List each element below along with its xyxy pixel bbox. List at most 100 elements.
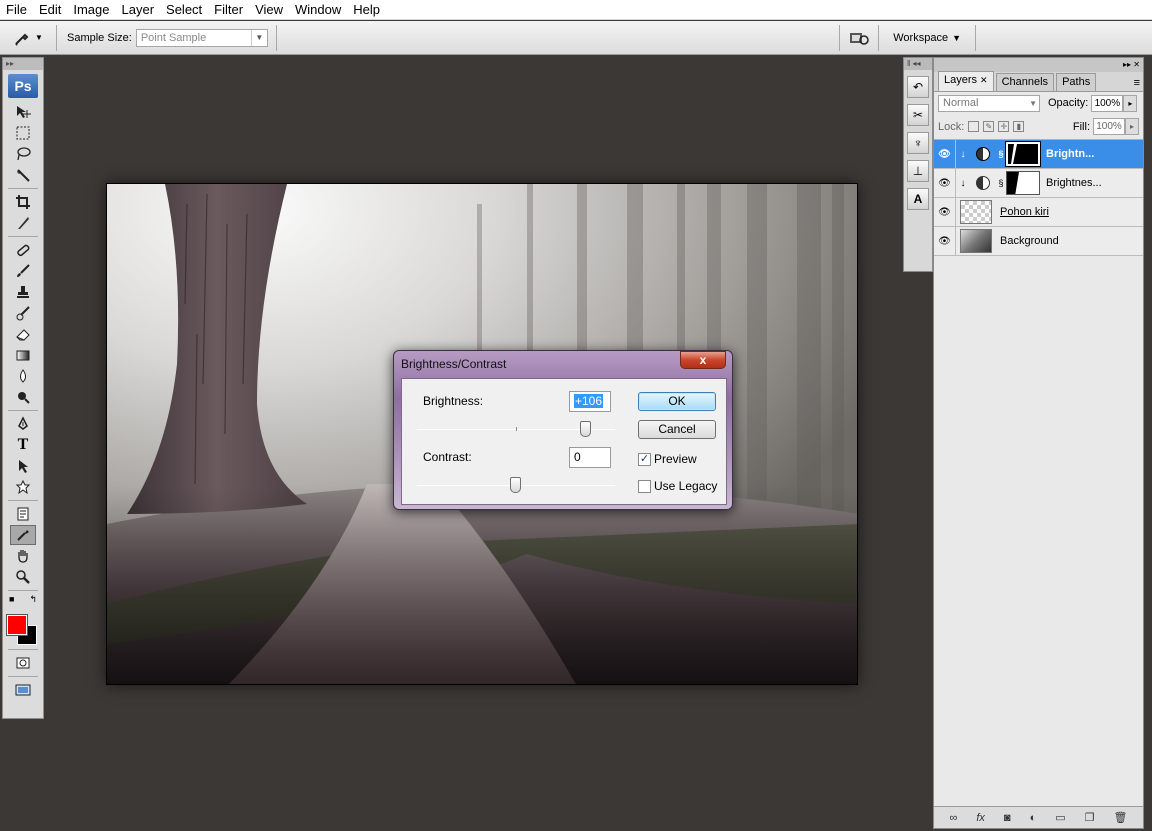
new-adjustment-icon[interactable]: ◐ xyxy=(1030,812,1037,824)
new-group-icon[interactable]: ▭ xyxy=(1055,811,1065,824)
layer-mask-thumbnail[interactable] xyxy=(1005,141,1041,167)
dodge-tool[interactable] xyxy=(10,387,36,407)
ok-button[interactable]: OK xyxy=(638,392,716,411)
magic-wand-tool[interactable] xyxy=(10,165,36,185)
quick-mask-button[interactable] xyxy=(10,653,36,673)
cancel-button[interactable]: Cancel xyxy=(638,420,716,439)
menu-view[interactable]: View xyxy=(249,0,289,20)
layer-row[interactable]: 👁 Pohon kiri xyxy=(934,197,1143,227)
brightness-input[interactable]: +106 xyxy=(569,391,611,412)
preview-checkbox[interactable]: ✓ xyxy=(638,453,651,466)
history-panel-button[interactable]: ↶ xyxy=(907,76,929,98)
close-icon[interactable]: ✕ xyxy=(980,75,988,85)
fill-input[interactable]: 100% xyxy=(1093,118,1125,135)
slice-tool[interactable] xyxy=(10,213,36,233)
trash-icon[interactable]: 🗑 xyxy=(1114,811,1128,824)
history-brush-tool[interactable] xyxy=(10,303,36,323)
menu-filter[interactable]: Filter xyxy=(208,0,249,20)
clone-stamp-tool[interactable] xyxy=(10,282,36,302)
panel-menu-icon[interactable]: ≡ xyxy=(1131,77,1143,91)
zoom-tool[interactable] xyxy=(10,567,36,587)
panel-grip[interactable]: ‖ ◂◂ xyxy=(904,58,932,70)
layer-style-icon[interactable]: fx xyxy=(976,812,985,824)
lasso-tool[interactable] xyxy=(10,144,36,164)
eyedropper-tool[interactable] xyxy=(10,525,36,545)
menu-window[interactable]: Window xyxy=(289,0,347,20)
tool-presets-button[interactable]: ✂ xyxy=(907,104,929,126)
brush-tool[interactable] xyxy=(10,261,36,281)
options-bar: ▼ Sample Size: Point Sample ▼ Workspace … xyxy=(0,21,1152,55)
add-mask-icon[interactable]: ◙ xyxy=(1004,812,1011,824)
eyedropper-tool-preset-button[interactable]: ▼ xyxy=(6,29,50,47)
visibility-eye-icon[interactable]: 👁 xyxy=(934,226,956,256)
lock-image-icon[interactable]: ✎ xyxy=(983,121,995,132)
menu-layer[interactable]: Layer xyxy=(116,0,161,20)
brushes-panel-button[interactable]: ♆ xyxy=(907,132,929,154)
menu-edit[interactable]: Edit xyxy=(33,0,67,20)
contrast-slider-thumb[interactable] xyxy=(510,477,521,493)
pen-tool[interactable] xyxy=(10,414,36,434)
link-layers-icon[interactable]: ∞ xyxy=(950,812,958,824)
link-chain-icon[interactable]: § xyxy=(996,149,1006,159)
marquee-tool[interactable] xyxy=(10,123,36,143)
swap-colors-icon[interactable]: ↰ xyxy=(29,594,37,605)
screen-mode-button[interactable] xyxy=(10,680,36,700)
layer-row[interactable]: 👁 ↓ § Brightnes... xyxy=(934,168,1143,198)
move-tool[interactable] xyxy=(10,102,36,122)
link-chain-icon[interactable]: § xyxy=(996,178,1006,188)
bridge-button[interactable] xyxy=(846,27,872,49)
adjustment-layer-icon[interactable] xyxy=(976,176,990,190)
menu-select[interactable]: Select xyxy=(160,0,208,20)
opacity-input[interactable]: 100% xyxy=(1091,94,1124,112)
lock-position-icon[interactable]: ✛ xyxy=(998,121,1010,132)
blend-mode-select[interactable]: Normal ▼ xyxy=(938,94,1040,112)
close-button[interactable]: x xyxy=(680,351,726,369)
adjustment-layer-icon[interactable] xyxy=(976,147,990,161)
layer-row[interactable]: 👁 Background xyxy=(934,226,1143,256)
layer-thumbnail[interactable] xyxy=(960,229,992,253)
use-legacy-checkbox[interactable] xyxy=(638,480,651,493)
panel-grip[interactable]: ▸▸ xyxy=(3,58,43,70)
screen-mode-icon xyxy=(15,684,31,696)
default-colors-icon[interactable]: ■ xyxy=(9,594,14,605)
workspace-menu-button[interactable]: Workspace ▼ xyxy=(885,32,969,44)
visibility-eye-icon[interactable]: 👁 xyxy=(934,197,956,227)
visibility-eye-icon[interactable]: 👁 xyxy=(934,168,956,198)
visibility-eye-icon[interactable]: 👁 xyxy=(934,139,956,169)
panel-grip[interactable]: ▸▸ ✕ xyxy=(934,58,1143,72)
photoshop-logo[interactable]: Ps xyxy=(8,74,38,98)
clone-source-button[interactable]: ⊥ xyxy=(907,160,929,182)
healing-brush-tool[interactable] xyxy=(10,240,36,260)
gradient-tool[interactable] xyxy=(10,345,36,365)
character-panel-button[interactable]: A xyxy=(907,188,929,210)
fill-slider-button[interactable]: ▸ xyxy=(1125,118,1139,135)
type-tool[interactable]: T xyxy=(10,435,36,455)
layer-row[interactable]: 👁 ↓ § Brightn... xyxy=(934,139,1143,169)
notes-tool[interactable] xyxy=(10,504,36,524)
layer-thumbnail[interactable] xyxy=(960,200,992,224)
contrast-input[interactable]: 0 xyxy=(569,447,611,468)
crop-tool[interactable] xyxy=(10,192,36,212)
eraser-tool[interactable] xyxy=(10,324,36,344)
brightness-slider-thumb[interactable] xyxy=(580,421,591,437)
tab-paths[interactable]: Paths xyxy=(1056,73,1097,91)
path-selection-tool[interactable] xyxy=(10,456,36,476)
slider-tick xyxy=(516,427,517,431)
menu-help[interactable]: Help xyxy=(347,0,386,20)
foreground-color-swatch[interactable] xyxy=(6,614,28,636)
tab-channels[interactable]: Channels xyxy=(995,73,1055,91)
lock-transparent-icon[interactable] xyxy=(968,121,980,132)
blur-tool[interactable] xyxy=(10,366,36,386)
dodge-icon xyxy=(18,392,30,404)
gradient-icon xyxy=(16,350,30,361)
hand-tool[interactable] xyxy=(10,546,36,566)
new-layer-icon[interactable]: ❐ xyxy=(1085,811,1095,824)
layer-mask-thumbnail[interactable] xyxy=(1006,171,1040,195)
sample-size-select[interactable]: Point Sample ▼ xyxy=(135,28,268,47)
custom-shape-tool[interactable] xyxy=(10,477,36,497)
lock-all-icon[interactable]: ▮ xyxy=(1013,121,1025,132)
tab-layers[interactable]: Layers ✕ xyxy=(938,71,994,91)
opacity-slider-button[interactable]: ▸ xyxy=(1123,94,1138,112)
menu-file[interactable]: File xyxy=(0,0,33,20)
menu-image[interactable]: Image xyxy=(67,0,115,20)
